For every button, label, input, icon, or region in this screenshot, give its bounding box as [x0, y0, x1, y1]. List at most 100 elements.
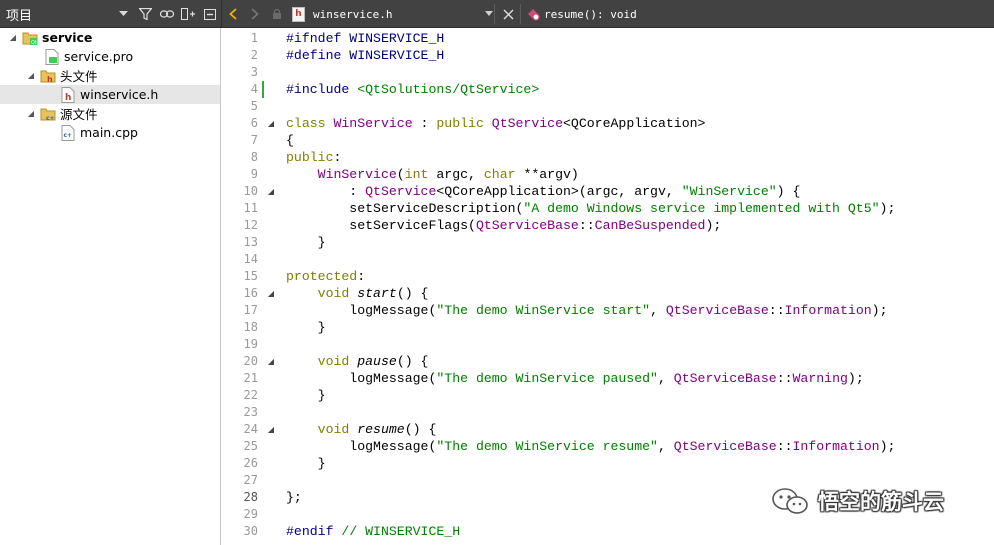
toolbar-separator [494, 4, 495, 24]
code-line[interactable]: 22 } [221, 387, 994, 404]
line-number: 3 [250, 65, 258, 79]
fold-arrow-icon[interactable]: ◢ [266, 353, 276, 370]
line-number: 8 [250, 150, 258, 164]
line-number: 5 [250, 99, 258, 113]
line-number: 6 [250, 116, 258, 130]
tree-item-sources[interactable]: ◢ c+ 源文件 [0, 104, 220, 123]
code-token: : [333, 150, 342, 165]
fold-arrow-icon[interactable]: ◢ [266, 285, 276, 302]
code-token: WinService [333, 116, 413, 131]
link-icon[interactable] [156, 0, 178, 28]
filter-icon[interactable] [134, 0, 156, 28]
lock-button[interactable] [266, 0, 288, 28]
code-line[interactable]: 16 ◢ void start() { [221, 285, 994, 302]
arrow-left-icon [229, 8, 237, 20]
code-line[interactable]: 20 ◢ void pause() { [221, 353, 994, 370]
code-editor[interactable]: 1 #ifndef WINSERVICE_H 2 #define WINSERVICE… [221, 28, 994, 545]
open-documents-combo[interactable]: h winservice.h [292, 3, 493, 25]
line-number: 9 [250, 167, 258, 181]
code-text: } [286, 455, 326, 472]
fold-arrow-icon[interactable]: ◢ [266, 421, 276, 438]
symbol-combo[interactable]: resume(): void [526, 3, 637, 25]
code-line[interactable]: 23 [221, 404, 994, 421]
code-token: void [317, 286, 350, 301]
code-token: argc, [428, 167, 484, 182]
code-line[interactable]: 8 public: [221, 149, 994, 166]
expand-arrow-icon[interactable]: ◢ [26, 66, 36, 85]
code-token: "The demo WinService resume" [436, 439, 658, 454]
code-line[interactable]: 9 WinService(int argc, char **argv) [221, 166, 994, 183]
svg-text:h: h [47, 75, 53, 84]
code-line[interactable]: 26 } [221, 455, 994, 472]
line-number: 2 [250, 48, 258, 62]
code-token: #include [286, 82, 358, 97]
split-icon[interactable] [178, 0, 200, 28]
code-line[interactable]: 4 #include <QtSolutions/QtService> [221, 81, 994, 98]
code-text: logMessage("The demo WinService start", … [286, 302, 887, 319]
line-number: 10 [243, 184, 258, 198]
close-pane-icon[interactable] [199, 0, 221, 28]
line-number: 24 [243, 422, 258, 436]
back-button[interactable] [222, 0, 244, 28]
code-line[interactable]: 17 logMessage("The demo WinService start… [221, 302, 994, 319]
current-symbol: resume(): void [544, 7, 637, 21]
line-number: 17 [243, 303, 258, 317]
code-line[interactable]: 1 #ifndef WINSERVICE_H [221, 30, 994, 47]
code-line[interactable]: 2 #define WINSERVICE_H [221, 47, 994, 64]
project-pane-header: 项目 [0, 0, 221, 28]
forward-button[interactable] [244, 0, 266, 28]
code-line[interactable]: 3 [221, 64, 994, 81]
code-line[interactable]: 30 #endif // WINSERVICE_H [221, 523, 994, 540]
code-line[interactable]: 13 } [221, 234, 994, 251]
code-text: WinService(int argc, char **argv) [286, 166, 579, 183]
line-number: 15 [243, 269, 258, 283]
tree-item-headers[interactable]: ◢ h 头文件 [0, 66, 220, 85]
code-line[interactable]: 19 [221, 336, 994, 353]
code-line[interactable]: 10 ◢ : QtService<QCoreApplication>(argc, … [221, 183, 994, 200]
line-number: 22 [243, 388, 258, 402]
expand-arrow-icon[interactable]: ◢ [26, 104, 36, 123]
chevron-down-icon[interactable] [113, 0, 135, 28]
tree-item-service-pro[interactable]: service.pro [0, 47, 220, 66]
line-number: 30 [243, 524, 258, 538]
code-token: <QCoreApplication>(argc, argv, [436, 184, 682, 199]
wechat-logo-icon [772, 488, 808, 514]
code-line[interactable]: 5 [221, 98, 994, 115]
code-token: Information [792, 439, 880, 454]
svg-text:c+: c+ [46, 115, 55, 122]
tree-item-service[interactable]: ◢ Qt service [0, 28, 220, 47]
line-number: 23 [243, 405, 258, 419]
expand-arrow-icon[interactable]: ◢ [8, 28, 18, 47]
code-token: : [357, 269, 366, 284]
fold-arrow-icon[interactable]: ◢ [266, 115, 276, 132]
code-token: "The demo WinService paused" [436, 371, 658, 386]
close-document-button[interactable] [498, 0, 518, 28]
code-line[interactable]: 24 ◢ void resume() { [221, 421, 994, 438]
code-text: setServiceDescription("A demo Windows se… [286, 200, 895, 217]
tree-item-main-cpp[interactable]: c+ main.cpp [0, 123, 220, 142]
code-line[interactable]: 11 setServiceDescription("A demo Windows… [221, 200, 994, 217]
code-token: ( [396, 167, 405, 182]
code-line[interactable]: 18 } [221, 319, 994, 336]
code-line[interactable]: 14 [221, 251, 994, 268]
code-line[interactable]: 6 ◢ class WinService : public QtService<QC… [221, 115, 994, 132]
code-line[interactable]: 25 logMessage("The demo WinService resum… [221, 438, 994, 455]
code-text: #define WINSERVICE_H [286, 47, 444, 64]
code-text: { [286, 132, 294, 149]
line-number: 26 [243, 456, 258, 470]
code-token: } [286, 235, 326, 250]
code-token: :: [768, 303, 785, 318]
tree-item-winservice-h[interactable]: h winservice.h [0, 85, 220, 104]
code-token: QtService [365, 184, 437, 199]
code-line[interactable]: 21 logMessage("The demo WinService pause… [221, 370, 994, 387]
source-folder-icon: c+ [40, 106, 56, 122]
code-token: CanBeSuspended [594, 218, 706, 233]
fold-arrow-icon[interactable]: ◢ [266, 183, 276, 200]
code-line[interactable]: 7{ [221, 132, 994, 149]
code-token: logMessage( [286, 303, 437, 318]
code-line[interactable]: 15 protected: [221, 268, 994, 285]
code-token: QtServiceBase [665, 303, 769, 318]
arrow-right-icon [251, 8, 259, 20]
code-line[interactable]: 12 setServiceFlags(QtServiceBase::CanBeS… [221, 217, 994, 234]
